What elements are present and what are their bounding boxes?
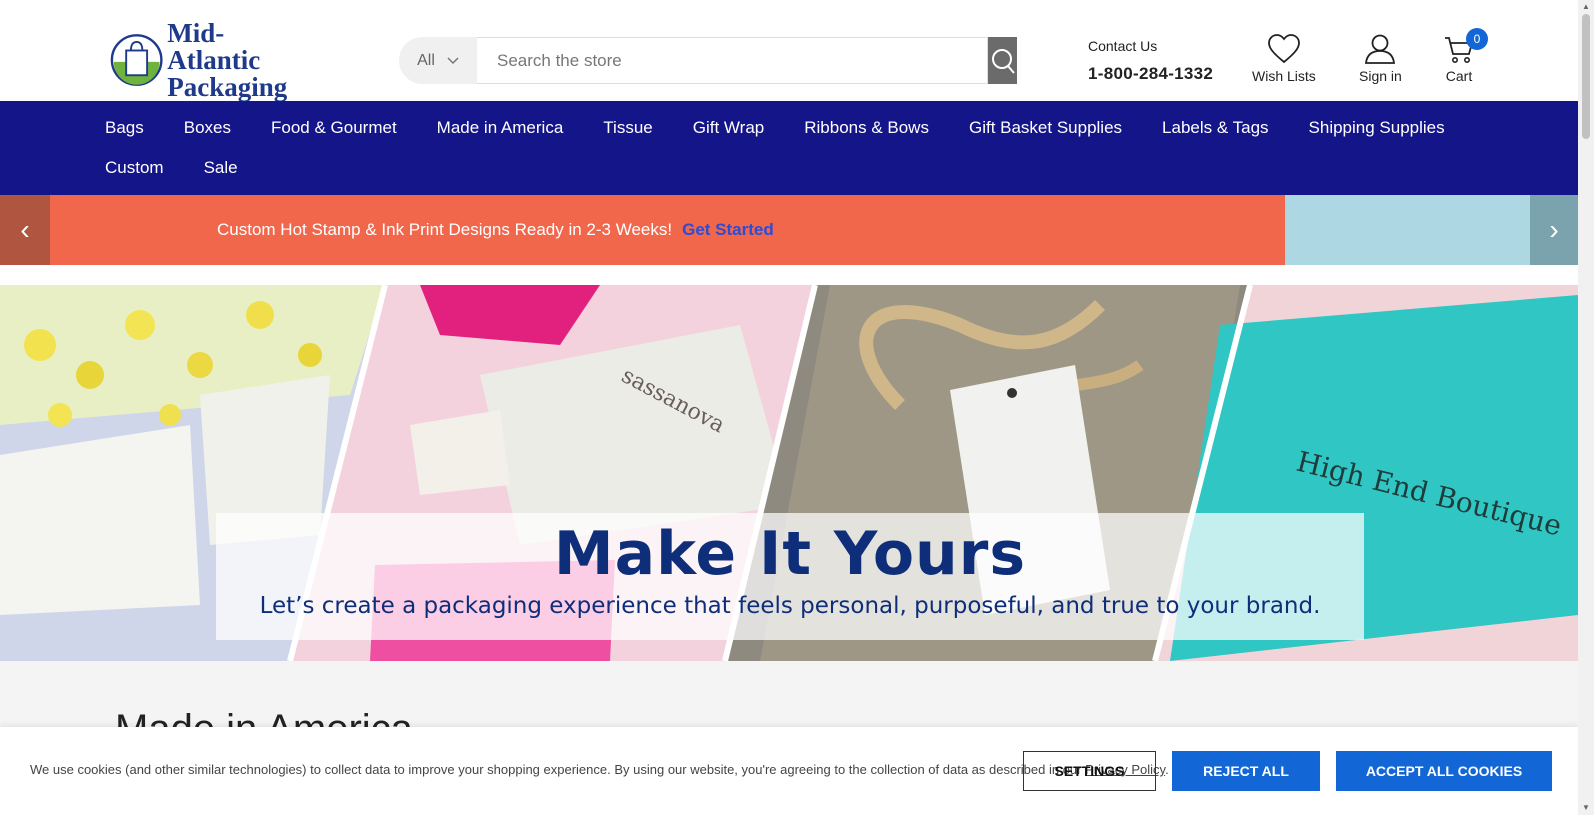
nav-item-boxes[interactable]: Boxes [184, 118, 231, 138]
user-icon [1365, 34, 1396, 64]
page: Mid-Atlantic Packaging All Contact Us 1-… [0, 0, 1578, 815]
chevron-down-icon [447, 56, 459, 64]
cookie-text-after: . [1165, 762, 1169, 777]
search-button[interactable] [988, 37, 1017, 84]
page-scrollbar[interactable]: ▲ ▼ [1578, 0, 1594, 815]
logo-line-2: Packaging [167, 71, 288, 102]
nav-item-custom[interactable]: Custom [105, 158, 164, 178]
nav-item-labels-tags[interactable]: Labels & Tags [1162, 118, 1268, 138]
cookie-settings-button[interactable]: SETTINGS [1023, 751, 1156, 791]
signin-link[interactable]: Sign in [1359, 34, 1402, 84]
promo-get-started-link[interactable]: Get Started [682, 220, 774, 240]
logo[interactable]: Mid-Atlantic Packaging [110, 19, 310, 100]
search-category-select[interactable]: All [399, 37, 477, 84]
shopping-bag-logo-icon [110, 34, 163, 86]
cart-count-badge: 0 [1466, 28, 1488, 50]
cookie-text: We use cookies (and other similar techno… [30, 762, 1169, 777]
nav-item-gift-basket-supplies[interactable]: Gift Basket Supplies [969, 118, 1122, 138]
nav-item-bags[interactable]: Bags [105, 118, 144, 138]
accept-all-cookies-button[interactable]: ACCEPT ALL COOKIES [1336, 751, 1552, 791]
nav-item-food-gourmet[interactable]: Food & Gourmet [271, 118, 397, 138]
cart-link[interactable]: Cart 0 [1443, 28, 1488, 84]
promo-slide: Custom Hot Stamp & Ink Print Designs Rea… [50, 195, 1285, 265]
wishlist-label: Wish Lists [1252, 68, 1316, 84]
contact-block[interactable]: Contact Us 1-800-284-1332 [1088, 38, 1213, 84]
search-category-value: All [417, 51, 435, 69]
cookie-text-before: We use cookies (and other similar techno… [30, 762, 1086, 777]
chevron-left-icon: ‹ [20, 214, 30, 245]
scroll-thumb[interactable] [1582, 14, 1590, 139]
wishlist-link[interactable]: Wish Lists [1252, 34, 1316, 84]
nav-row-2: Custom Sale [105, 158, 278, 178]
contact-phone[interactable]: 1-800-284-1332 [1088, 64, 1213, 84]
search-input[interactable] [477, 37, 988, 84]
contact-label: Contact Us [1088, 38, 1158, 54]
heart-icon [1267, 34, 1300, 64]
nav-item-shipping-supplies[interactable]: Shipping Supplies [1309, 118, 1445, 138]
cart-label: Cart [1445, 68, 1473, 84]
promo-prev-button[interactable]: ‹ [0, 195, 50, 265]
promo-carousel: Custom Hot Stamp & Ink Print Designs Rea… [0, 195, 1578, 265]
chevron-right-icon: › [1549, 214, 1559, 245]
scroll-down-arrow-icon[interactable]: ▼ [1581, 803, 1591, 813]
site-header: Mid-Atlantic Packaging All Contact Us 1-… [0, 0, 1578, 101]
nav-row-1: Bags Boxes Food & Gourmet Made in America Ti… [105, 118, 1485, 138]
hero-title: Make It Yours [553, 519, 1027, 589]
cookie-banner: We use cookies (and other similar techno… [0, 727, 1578, 815]
promo-next-button[interactable]: › [1530, 195, 1578, 265]
main-nav: Bags Boxes Food & Gourmet Made in America Ti… [0, 101, 1578, 195]
hero-text-overlay: Make It Yours Let’s create a packaging e… [216, 513, 1364, 640]
logo-line-1: Mid-Atlantic [167, 17, 261, 75]
hero-subtitle: Let’s create a packaging experience that… [259, 593, 1321, 619]
nav-item-tissue[interactable]: Tissue [603, 118, 652, 138]
scroll-up-arrow-icon[interactable]: ▲ [1581, 2, 1591, 12]
signin-label: Sign in [1359, 68, 1402, 84]
search-icon [991, 48, 1015, 74]
nav-item-ribbons-bows[interactable]: Ribbons & Bows [804, 118, 929, 138]
nav-item-sale[interactable]: Sale [204, 158, 238, 178]
nav-item-gift-wrap[interactable]: Gift Wrap [693, 118, 764, 138]
reject-all-button[interactable]: REJECT ALL [1172, 751, 1320, 791]
search-bar: All [399, 37, 1017, 84]
promo-text: Custom Hot Stamp & Ink Print Designs Rea… [217, 220, 673, 239]
nav-item-made-in-america[interactable]: Made in America [437, 118, 564, 138]
hero-banner[interactable]: sassanova High End Boutique Make It Your… [0, 285, 1578, 661]
